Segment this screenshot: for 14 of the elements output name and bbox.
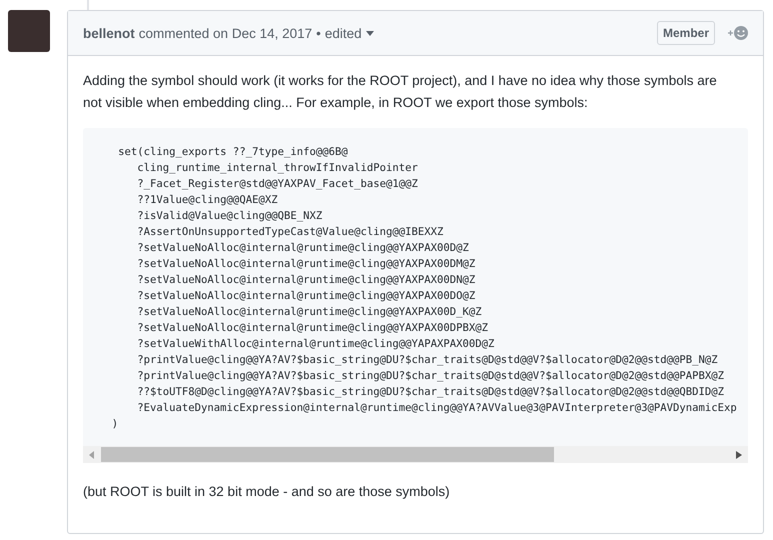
separator-dot: • xyxy=(316,26,321,40)
scrollbar-thumb[interactable] xyxy=(101,447,554,462)
caret-icon[interactable] xyxy=(366,30,374,36)
edited-dropdown[interactable]: edited xyxy=(324,26,374,40)
scroll-left-icon[interactable] xyxy=(89,450,95,458)
code-text: set(cling_exports ??_7type_info@@6B@ cling_runtime_internal_throwIfInvalidPointer ?_Facet_Register@std@@YAXPAV_Facet_base@1@@Z ??1Value@cling@@QAE@XZ ?isValid@Value@cling@@QBE_NXZ ?AssertOnUnsupportedTypeCast@Value@cling@@IBEXXZ ?setValueNoAlloc@internal@runtime@cling@@YAXPAX00D@Z ?setValueNoAlloc@internal@runtime@cling@@YAXPAX00DM@Z ?setValueNoAlloc@internal@runtime@cling@@YAXPAX00DN@Z ?setValueNoAlloc@internal@runtime@cling@@YAXPAX00DO@Z ?setValueNoAlloc@internal@runtime@cling@@YAXPAX00D_K@Z ?setValueNoAlloc@internal@runtime@cling@@YAXPAX00DPBX@Z ?setValueWithAlloc@internal@runtime@cling@@YAPAXPAX00D@Z ?printValue@cling@@YA?AV?$basic_string@DU?$char_traits@D@std@@V?$allocator@D@2@@std@@PB_N@Z ?printValue@cling@@YA?AV?$basic_string@DU?$char_traits@D@std@@V?$allocator@D@2@@std@@PAPBX@Z ??$toUTF8@D@cling@@YA?AV?$basic_string@DU?$char_traits@D@std@@V?$allocator@D@2@@std@@QBDID@Z ?EvaluateDynamicExpression@internal@runtime@cling@@YA?AVValue@3@PAVInterpreter@3@PAVDynamicExp ) xyxy=(110,145,738,432)
comment-text: Adding the symbol should work (it works for the ROOT project), and I have no idea why those symbols are not visible when embedding cling... For example, in ROOT we export those symbols: xyxy=(83,72,718,112)
author-link[interactable]: bellenot xyxy=(83,26,135,40)
member-label: Member xyxy=(656,21,715,45)
comment-text: (but ROOT is built in 32 bit mode - and so are those symbols) xyxy=(83,483,451,501)
comment-date: commented on Dec 14, 2017 xyxy=(138,26,312,40)
scroll-right-icon[interactable] xyxy=(736,450,742,458)
horizontal-scrollbar[interactable] xyxy=(83,446,748,463)
add-reaction-icon[interactable] xyxy=(727,24,749,42)
